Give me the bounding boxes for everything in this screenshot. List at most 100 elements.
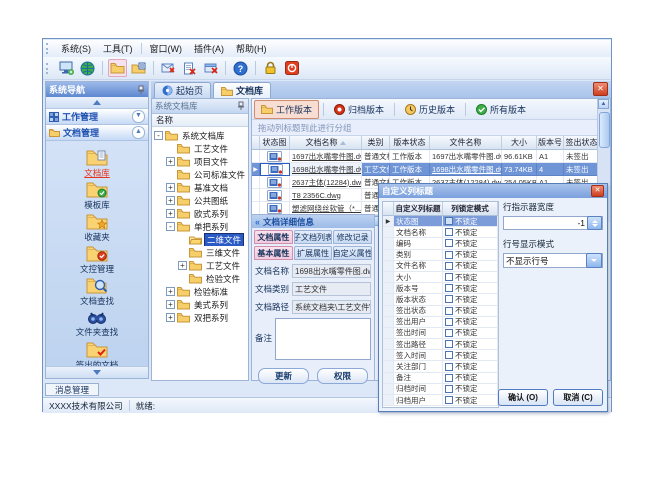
version-state-cell[interactable]: 工作版本 <box>390 163 430 176</box>
grid-row-title[interactable]: 版本号 <box>394 283 443 294</box>
document-delete-button[interactable] <box>180 59 199 77</box>
grid-lock-cell[interactable]: 不锁定 <box>443 384 498 395</box>
tab-basic-properties[interactable]: 基本属性 <box>254 246 293 260</box>
row-number-mode-select[interactable]: 不显示行号 <box>503 253 603 268</box>
tab-document-library[interactable]: 文档库 <box>213 82 271 98</box>
column-header-status[interactable]: 状态图 <box>260 136 290 150</box>
grid-row-title[interactable]: 归档时间 <box>394 384 443 395</box>
menu-system[interactable]: 系统(S) <box>55 40 97 57</box>
column-header-filename[interactable]: 文件名称 <box>430 136 502 150</box>
document-name-cell[interactable]: 1697出水嘴零件图.dwg <box>290 150 362 163</box>
sidebar-scroll-down[interactable] <box>46 366 148 378</box>
grid-row-title[interactable]: 版本状态 <box>394 294 443 305</box>
lock-checkbox[interactable] <box>445 318 453 326</box>
grid-lock-cell[interactable]: 不锁定 <box>443 317 498 328</box>
column-header-checkout[interactable]: 签出状态 <box>564 136 600 150</box>
tab-custom-properties[interactable]: 自定义属性 <box>333 246 372 260</box>
lock-checkbox[interactable] <box>445 307 453 315</box>
tree-node[interactable]: +基准文档 <box>152 181 248 194</box>
status-cell[interactable] <box>260 150 290 163</box>
document-name-cell[interactable]: 1698出水嘴零件图.dwg <box>290 163 362 176</box>
spinner-buttons[interactable] <box>587 216 602 230</box>
note-input[interactable] <box>275 318 371 360</box>
checkout-cell[interactable]: 未签出 <box>564 150 600 163</box>
tab-modification-log[interactable]: 修改记录 <box>333 230 372 244</box>
grid-lock-cell[interactable]: 不锁定 <box>443 216 498 227</box>
tab-document-properties[interactable]: 文档属性 <box>254 230 293 244</box>
grid-row-title[interactable]: 签出时间 <box>394 328 443 339</box>
lock-checkbox[interactable] <box>445 217 453 225</box>
lock-checkbox[interactable] <box>445 374 453 382</box>
tab-subdocument-list[interactable]: 子文档列表 <box>294 230 333 244</box>
grid-row-title[interactable]: 签出用户 <box>394 317 443 328</box>
document-name-cell[interactable]: T8 2356C.dwg <box>290 189 362 202</box>
sidebar-group-work[interactable]: 工作管理 ▼ <box>46 109 148 125</box>
grid-lock-cell[interactable]: 不锁定 <box>443 294 498 305</box>
tree-node[interactable]: +工艺文件 <box>152 259 248 272</box>
grid-row-title[interactable]: 签出状态 <box>394 306 443 317</box>
lock-checkbox[interactable] <box>445 239 453 247</box>
grid-row-title[interactable]: 关注部门 <box>394 361 443 372</box>
scroll-up-button[interactable]: ▲ <box>598 99 609 109</box>
grid-lock-cell[interactable]: 不锁定 <box>443 361 498 372</box>
pin-icon[interactable] <box>137 85 145 95</box>
lock-checkbox[interactable] <box>445 340 453 348</box>
dialog-title-bar[interactable]: 自定义列标题 ✕ <box>379 184 607 198</box>
sidebar-item-document-search[interactable]: 文档查找 <box>46 275 148 307</box>
grid-row-title[interactable]: 类别 <box>394 250 443 261</box>
confirm-button[interactable]: 确认 (O) <box>498 389 548 406</box>
column-header-docname[interactable]: 文档名称 <box>290 136 362 150</box>
sidebar-item-folder-search[interactable]: 文件夹查找 <box>46 307 148 339</box>
tree-node-selected[interactable]: 二维文件 <box>152 233 248 246</box>
tree-node[interactable]: 三维文件 <box>152 246 248 259</box>
help-button[interactable]: ? <box>231 59 250 77</box>
lock-checkbox[interactable] <box>445 396 453 404</box>
exit-button[interactable] <box>282 59 301 77</box>
menu-help[interactable]: 帮助(H) <box>230 40 273 57</box>
collapse-toggle[interactable]: - <box>154 131 163 140</box>
archive-version-button[interactable]: 归档版本 <box>328 101 390 118</box>
grid-row-title[interactable]: 文件名称 <box>394 261 443 272</box>
grid-row-title[interactable]: 备注 <box>394 373 443 384</box>
expand-toggle[interactable]: + <box>166 157 175 166</box>
group-by-bar[interactable]: 拖动列标题到此进行分组 <box>252 120 610 136</box>
column-header-version[interactable]: 版本号 <box>537 136 564 150</box>
document-name-cell[interactable]: 2637主体(12284).dwg <box>290 176 362 189</box>
grid-lock-mode-header[interactable]: 列锁定模式 <box>443 202 498 216</box>
grid-row-title[interactable]: 签出路径 <box>394 339 443 350</box>
grid-column-title-header[interactable]: 自定义列标题 <box>394 202 443 216</box>
sidebar-item-document-control[interactable]: 文控管理 <box>46 243 148 275</box>
open-folder-button[interactable] <box>108 59 127 77</box>
lock-checkbox[interactable] <box>445 363 453 371</box>
cancel-button[interactable]: 取消 (C) <box>553 389 603 406</box>
version-cell[interactable]: A1 <box>537 150 564 163</box>
menu-tools[interactable]: 工具(T) <box>97 40 139 57</box>
dialog-close-button[interactable]: ✕ <box>591 185 604 197</box>
status-cell[interactable] <box>260 176 290 189</box>
sidebar-item-document-library[interactable]: 文档库 <box>46 147 148 179</box>
menu-window[interactable]: 窗口(W) <box>144 40 189 57</box>
lock-button[interactable] <box>261 59 280 77</box>
grid-lock-cell[interactable]: 不锁定 <box>443 250 498 261</box>
collapse-toggle[interactable]: - <box>166 222 175 231</box>
update-button[interactable]: 更新 <box>258 368 309 384</box>
scrollbar-thumb[interactable] <box>599 112 610 148</box>
mail-delete-button[interactable] <box>159 59 178 77</box>
tree-node[interactable]: +公共图纸 <box>152 194 248 207</box>
dropdown-button[interactable] <box>586 253 602 268</box>
close-tab-button[interactable]: ✕ <box>593 82 608 96</box>
card-delete-button[interactable] <box>201 59 220 77</box>
work-version-button[interactable]: 工作版本 <box>254 100 319 119</box>
grid-row-title[interactable]: 签入时间 <box>394 350 443 361</box>
lock-checkbox[interactable] <box>445 385 453 393</box>
grid-lock-cell[interactable]: 不锁定 <box>443 395 498 406</box>
globe-button[interactable] <box>78 59 97 77</box>
folder-view-button[interactable] <box>129 59 148 77</box>
tree-node[interactable]: +欧式系列 <box>152 207 248 220</box>
sidebar-item-favorites[interactable]: 收藏夹 <box>46 211 148 243</box>
lock-checkbox[interactable] <box>445 273 453 281</box>
expand-toggle[interactable]: + <box>166 209 175 218</box>
grid-lock-cell[interactable]: 不锁定 <box>443 261 498 272</box>
tree-node[interactable]: 检验文件 <box>152 272 248 285</box>
row-indicator-width-spinner[interactable]: -1 <box>503 216 603 230</box>
